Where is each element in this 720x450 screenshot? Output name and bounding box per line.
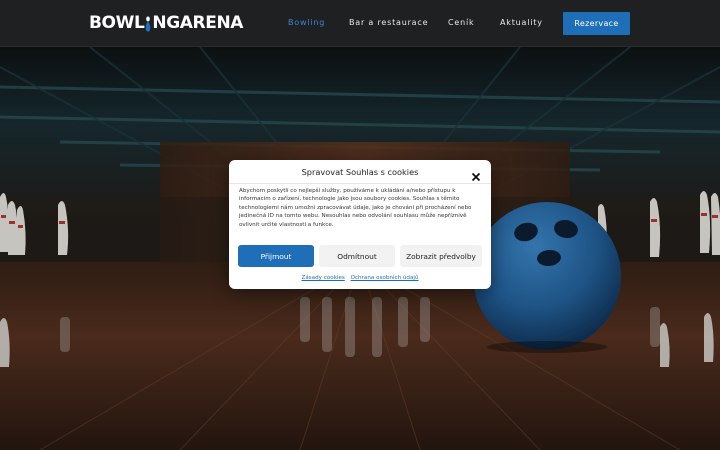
nav-link-cenik[interactable]: Ceník <box>448 17 474 29</box>
site-header: BOWL NGARENA Bowling Bar a restaurace Ce… <box>0 0 720 47</box>
reservation-button[interactable]: Rezervace <box>563 12 630 35</box>
nav-link-bar-restaurace[interactable]: Bar a restaurace <box>349 17 428 29</box>
cookie-policy-link[interactable]: Zásady cookies <box>301 275 344 281</box>
accept-cookies-button[interactable]: Přijmout <box>238 245 314 267</box>
nav-link-bowling[interactable]: Bowling <box>288 17 325 29</box>
deny-cookies-button[interactable]: Odmítnout <box>319 245 395 267</box>
cookie-dialog-divider <box>229 183 491 184</box>
nav-link-aktuality[interactable]: Aktuality <box>500 17 543 29</box>
cookie-preferences-button[interactable]: Zobrazit předvolby <box>400 245 482 267</box>
cookie-dialog-title: Spravovat Souhlas s cookies <box>301 167 419 177</box>
cookie-consent-dialog: Spravovat Souhlas s cookies Abychom posk… <box>229 160 491 289</box>
close-icon[interactable] <box>471 167 481 182</box>
cookie-dialog-text: Abychom poskytli co nejlepší služby, pou… <box>239 188 472 228</box>
privacy-policy-link[interactable]: Ochrana osobních údajů <box>351 275 419 281</box>
cookie-dialog-links: Zásady cookies Ochrana osobních údajů <box>229 274 491 282</box>
